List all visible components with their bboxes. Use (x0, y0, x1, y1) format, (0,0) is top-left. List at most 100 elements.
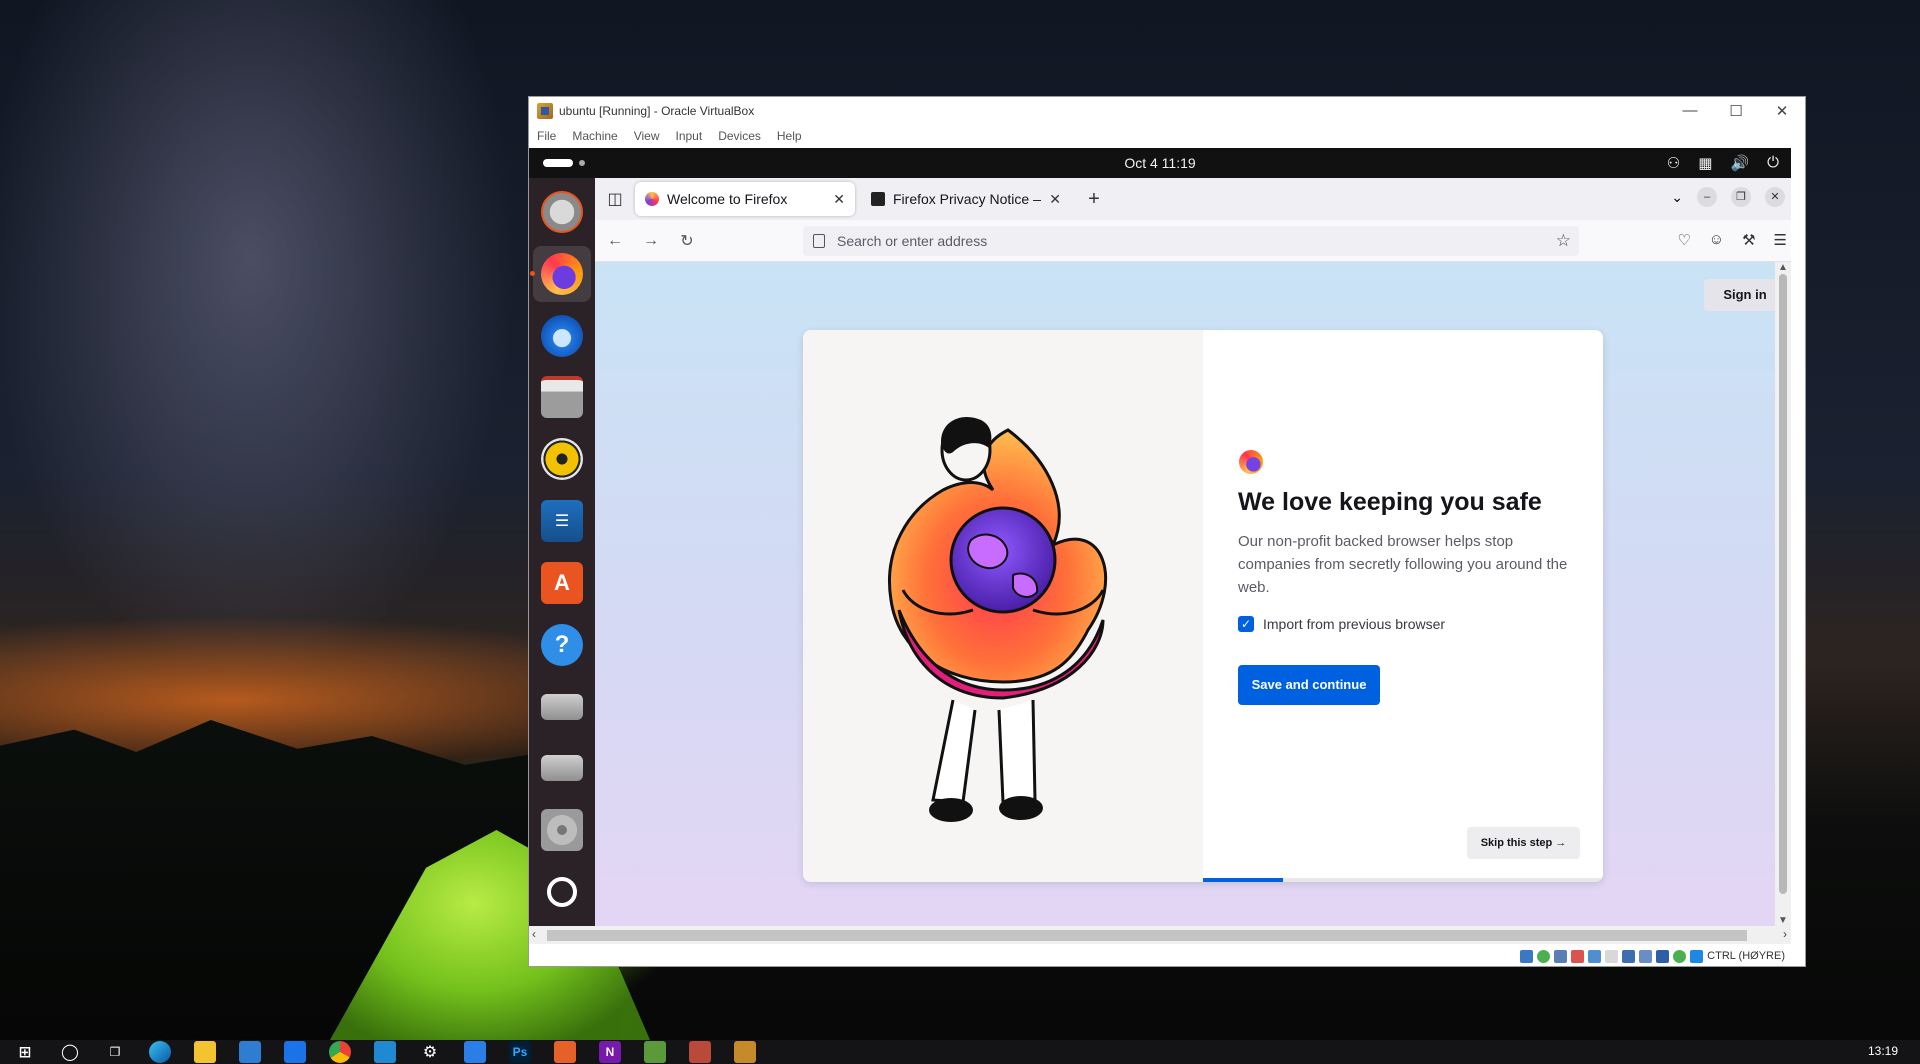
app-icon[interactable] (644, 1041, 666, 1063)
vertical-scrollbar[interactable]: ▲ ▼ (1775, 262, 1791, 926)
window-close-icon[interactable]: ✕ (1765, 187, 1785, 207)
tab-close-icon[interactable]: ✕ (833, 191, 845, 208)
pocket-icon[interactable]: ♡ (1677, 231, 1690, 249)
usb-icon[interactable] (1588, 949, 1602, 963)
shared-folders-icon[interactable] (1605, 949, 1619, 963)
menu-devices[interactable]: Devices (718, 129, 761, 143)
cpu-icon[interactable] (1673, 949, 1687, 963)
system-tray[interactable]: ⚇ ▦ 🔊 ⏻ (1667, 154, 1779, 172)
network-icon[interactable]: ▦ (1698, 154, 1712, 172)
tab-welcome[interactable]: Welcome to Firefox ✕ (635, 182, 855, 216)
dock-help[interactable]: ? (533, 617, 591, 673)
menu-file[interactable]: File (537, 129, 556, 143)
sign-in-button[interactable]: Sign in (1704, 279, 1786, 311)
virtualbox-titlebar[interactable]: ubuntu [Running] - Oracle VirtualBox — ☐… (529, 97, 1805, 125)
virtualbox-menubar: File Machine View Input Devices Help (529, 125, 1805, 147)
extensions-icon[interactable]: ⚒ (1742, 231, 1755, 249)
top-bar-clock[interactable]: Oct 4 11:19 (529, 155, 1791, 171)
virtualization-icon[interactable] (1656, 949, 1670, 963)
menu-help[interactable]: Help (777, 129, 802, 143)
settings-icon[interactable]: ⚙ (419, 1041, 441, 1063)
app-icon[interactable] (689, 1041, 711, 1063)
scroll-up-icon[interactable]: ▲ (1778, 262, 1788, 273)
hard-disk-icon[interactable] (1520, 949, 1534, 963)
audio-icon[interactable] (1554, 949, 1568, 963)
dock-installer[interactable] (533, 184, 591, 240)
optical-disk-icon[interactable] (1537, 949, 1551, 963)
window-minimize-icon[interactable]: – (1697, 187, 1717, 207)
dock-firefox[interactable] (530, 245, 591, 302)
menu-view[interactable]: View (634, 129, 660, 143)
store-icon[interactable] (239, 1041, 261, 1063)
menu-machine[interactable]: Machine (572, 129, 617, 143)
firefox-window: ◫ Welcome to Firefox ✕ Firefox Privacy N… (595, 178, 1791, 926)
reload-icon[interactable]: ↻ (669, 231, 705, 251)
address-bar[interactable]: Search or enter address ☆ (803, 226, 1579, 256)
edge-icon[interactable] (149, 1041, 171, 1063)
network-adapter-icon[interactable] (1571, 949, 1585, 963)
scroll-right-icon[interactable]: › (1783, 927, 1787, 941)
list-all-tabs-icon[interactable]: ⌄ (1671, 189, 1683, 206)
horizontal-scrollbar[interactable]: ‹ › (529, 926, 1791, 944)
scroll-left-icon[interactable]: ‹ (532, 927, 536, 941)
import-checkbox-row[interactable]: ✓ Import from previous browser (1238, 616, 1445, 632)
vscode-icon[interactable] (374, 1041, 396, 1063)
horizontal-scroll-thumb[interactable] (547, 930, 1747, 941)
help-icon: ? (541, 623, 583, 666)
vertical-scroll-thumb[interactable] (1779, 274, 1787, 894)
address-input[interactable]: Search or enter address (837, 233, 987, 249)
task-view-icon[interactable]: ❐ (104, 1041, 126, 1063)
firefox-view-icon[interactable]: ◫ (595, 189, 635, 209)
dock-optical-drive[interactable] (533, 802, 591, 858)
window-restore-icon[interactable]: ❐ (1731, 187, 1751, 207)
dock-files[interactable] (533, 369, 591, 425)
taskbar-clock[interactable]: 13:19 (1868, 1044, 1898, 1058)
minimize-icon[interactable]: — (1667, 102, 1713, 120)
dock-drive-1[interactable] (533, 679, 591, 735)
skip-label: Skip this step (1480, 837, 1553, 849)
guest-display[interactable]: Oct 4 11:19 ⚇ ▦ 🔊 ⏻ ☰ A ? ◫ Welcome to F… (529, 148, 1791, 926)
photoshop-icon[interactable]: Ps (509, 1041, 531, 1063)
display-icon[interactable] (1622, 949, 1636, 963)
rhythmbox-icon (541, 438, 583, 481)
tab-privacy-notice[interactable]: Firefox Privacy Notice — ✕ (861, 182, 1071, 216)
power-icon[interactable]: ⏻ (1767, 154, 1779, 172)
bookmark-star-icon[interactable]: ☆ (1556, 231, 1571, 251)
windows-start-icon[interactable]: ⊞ (14, 1041, 36, 1063)
ubuntu-installer-icon (541, 190, 583, 233)
save-and-continue-button[interactable]: Save and continue (1238, 665, 1380, 705)
forward-icon[interactable]: → (633, 232, 669, 250)
dock-show-apps[interactable] (533, 864, 591, 920)
dock-rhythmbox[interactable] (533, 431, 591, 487)
dock-drive-2[interactable] (533, 740, 591, 796)
new-tab-icon[interactable]: + (1077, 188, 1111, 211)
dock-app-center[interactable]: A (533, 555, 591, 611)
scroll-down-icon[interactable]: ▼ (1778, 915, 1788, 926)
firefox-tabstrip: ◫ Welcome to Firefox ✕ Firefox Privacy N… (595, 178, 1791, 220)
tab-close-icon[interactable]: ✕ (1049, 191, 1061, 208)
recording-icon[interactable] (1639, 949, 1653, 963)
accessibility-icon[interactable]: ⚇ (1667, 154, 1680, 172)
firefox-logo-icon (1239, 450, 1263, 474)
search-icon[interactable]: ◯ (59, 1041, 81, 1063)
menu-hamburger-icon[interactable]: ☰ (1774, 231, 1787, 249)
maximize-icon[interactable]: ☐ (1713, 102, 1759, 120)
dock-thunderbird[interactable] (533, 308, 591, 364)
account-icon[interactable]: ☺ (1709, 231, 1724, 249)
mouse-integration-icon[interactable] (1690, 949, 1704, 963)
close-icon[interactable]: ✕ (1759, 102, 1805, 120)
skip-this-step-button[interactable]: Skip this step → (1467, 827, 1580, 859)
onenote-icon[interactable]: N (599, 1041, 621, 1063)
back-icon[interactable]: ← (597, 232, 633, 250)
import-label[interactable]: Import from previous browser (1263, 616, 1445, 632)
app-icon[interactable] (464, 1041, 486, 1063)
dock-writer[interactable]: ☰ (533, 493, 591, 549)
import-checkbox[interactable]: ✓ (1238, 616, 1254, 632)
virtualbox-taskbar-icon[interactable] (734, 1041, 756, 1063)
volume-icon[interactable]: 🔊 (1730, 154, 1749, 172)
app-icon[interactable] (554, 1041, 576, 1063)
menu-input[interactable]: Input (676, 129, 703, 143)
file-explorer-icon[interactable] (194, 1041, 216, 1063)
chrome-icon[interactable] (329, 1041, 351, 1063)
mail-icon[interactable] (284, 1041, 306, 1063)
